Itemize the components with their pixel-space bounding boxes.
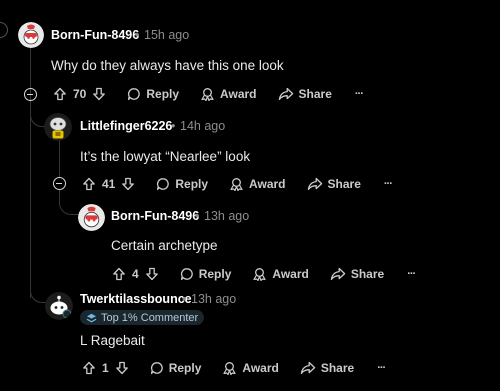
collapse-thread-button[interactable] bbox=[52, 177, 66, 190]
share-icon bbox=[278, 87, 293, 101]
upvote-icon[interactable] bbox=[82, 361, 96, 375]
status-badge: Top 1% Commenter bbox=[80, 310, 205, 325]
comment-body: Why do they always have this one look bbox=[51, 58, 284, 73]
upvote-icon[interactable] bbox=[53, 87, 67, 101]
share-label: Share bbox=[298, 87, 332, 101]
comment-body: Certain archetype bbox=[111, 238, 218, 253]
vote-count: 1 bbox=[102, 361, 109, 375]
vote-group: 70 bbox=[53, 87, 106, 101]
vote-count: 70 bbox=[73, 87, 87, 101]
parent-collapse-edge[interactable] bbox=[0, 22, 8, 38]
share-label: Share bbox=[320, 361, 355, 375]
reply-label: Reply bbox=[175, 177, 209, 191]
comment-timestamp[interactable]: 15h ago bbox=[144, 28, 189, 42]
reply-label: Reply bbox=[168, 361, 202, 375]
downvote-icon[interactable] bbox=[121, 177, 135, 191]
reply-label: Reply bbox=[146, 87, 180, 101]
comment-author[interactable]: Born-Fun-8496 bbox=[111, 209, 199, 223]
commenter-badge-icon bbox=[86, 313, 97, 322]
more-options-icon[interactable]: ··· bbox=[407, 268, 416, 280]
share-button[interactable]: Share bbox=[307, 177, 361, 191]
award-icon bbox=[253, 268, 266, 281]
share-button[interactable]: Share bbox=[330, 267, 384, 281]
downvote-icon[interactable] bbox=[92, 87, 106, 101]
reply-label: Reply bbox=[198, 267, 232, 281]
more-options-icon[interactable]: ··· bbox=[384, 178, 393, 190]
award-button[interactable]: Award bbox=[222, 361, 279, 375]
snoo-avatar-icon bbox=[44, 113, 72, 141]
reply-button[interactable]: Reply bbox=[127, 87, 179, 101]
comment-timestamp[interactable]: 14h ago bbox=[180, 119, 225, 133]
comment-actions: 70 Reply Award Share ··· bbox=[53, 84, 364, 104]
award-button[interactable]: Award bbox=[252, 267, 309, 281]
thread-branch-3 bbox=[59, 194, 80, 215]
avatar[interactable] bbox=[45, 292, 73, 320]
award-icon bbox=[201, 88, 214, 101]
share-icon bbox=[300, 361, 316, 375]
collapse-thread-button[interactable] bbox=[23, 88, 37, 101]
snoo-avatar-icon bbox=[45, 292, 73, 320]
share-button[interactable]: Share bbox=[278, 87, 332, 101]
meta-separator: • bbox=[171, 119, 176, 133]
award-label: Award bbox=[249, 177, 286, 191]
avatar[interactable] bbox=[44, 113, 72, 141]
share-label: Share bbox=[327, 177, 361, 191]
comment-actions: 4 Reply Award Share ··· bbox=[112, 264, 416, 284]
share-label: Share bbox=[350, 267, 385, 281]
reply-icon bbox=[128, 88, 141, 101]
reply-icon bbox=[180, 268, 193, 281]
vote-count: 4 bbox=[132, 267, 139, 281]
award-button[interactable]: Award bbox=[229, 177, 286, 191]
upvote-icon[interactable] bbox=[112, 267, 126, 281]
meta-separator: • bbox=[195, 209, 200, 223]
vote-group: 1 bbox=[82, 361, 129, 375]
reply-button[interactable]: Reply bbox=[180, 267, 232, 281]
vote-group: 4 bbox=[112, 267, 159, 281]
award-button[interactable]: Award bbox=[200, 87, 257, 101]
badge-label: Top 1% Commenter bbox=[101, 311, 199, 324]
comment-author[interactable]: Littlefinger6226 bbox=[80, 119, 172, 133]
thread-branch-4 bbox=[30, 282, 47, 303]
share-button[interactable]: Share bbox=[300, 361, 354, 375]
comment-body: L Ragebait bbox=[80, 333, 145, 348]
avatar[interactable] bbox=[18, 22, 44, 48]
more-options-icon[interactable]: ··· bbox=[377, 362, 386, 374]
reply-icon bbox=[157, 178, 170, 191]
comment-author[interactable]: Twerktilassbounce bbox=[80, 292, 192, 306]
more-options-icon[interactable]: ··· bbox=[355, 88, 364, 100]
share-icon bbox=[330, 267, 346, 281]
avatar[interactable] bbox=[78, 204, 105, 231]
comment-actions: 41 Reply Award Share ··· bbox=[82, 174, 393, 194]
share-icon bbox=[307, 177, 322, 191]
reply-button[interactable]: Reply bbox=[150, 361, 202, 375]
meta-separator: • bbox=[135, 28, 140, 42]
thread-line-level2 bbox=[59, 140, 60, 178]
downvote-icon[interactable] bbox=[145, 267, 159, 281]
vote-group: 41 bbox=[82, 177, 135, 191]
comment-body: It’s the lowyat “Nearlee” look bbox=[80, 149, 251, 164]
award-icon bbox=[230, 178, 243, 191]
comment-timestamp[interactable]: 13h ago bbox=[191, 292, 236, 306]
comment-timestamp[interactable]: 13h ago bbox=[204, 209, 249, 223]
reply-icon bbox=[150, 362, 163, 375]
snoo-avatar-icon bbox=[78, 204, 105, 231]
comment-author[interactable]: Born-Fun-8496 bbox=[51, 28, 139, 42]
upvote-icon[interactable] bbox=[82, 177, 96, 191]
thread-line-root-lower bbox=[30, 126, 31, 298]
award-label: Award bbox=[220, 87, 257, 101]
award-label: Award bbox=[272, 267, 309, 281]
reply-button[interactable]: Reply bbox=[156, 177, 208, 191]
award-icon bbox=[223, 362, 236, 375]
downvote-icon[interactable] bbox=[115, 361, 129, 375]
award-label: Award bbox=[242, 361, 279, 375]
comment-actions: 1 Reply Award Share ··· bbox=[82, 358, 386, 378]
meta-separator: • bbox=[182, 292, 187, 306]
vote-count: 41 bbox=[102, 177, 116, 191]
snoo-avatar-icon bbox=[18, 22, 44, 48]
